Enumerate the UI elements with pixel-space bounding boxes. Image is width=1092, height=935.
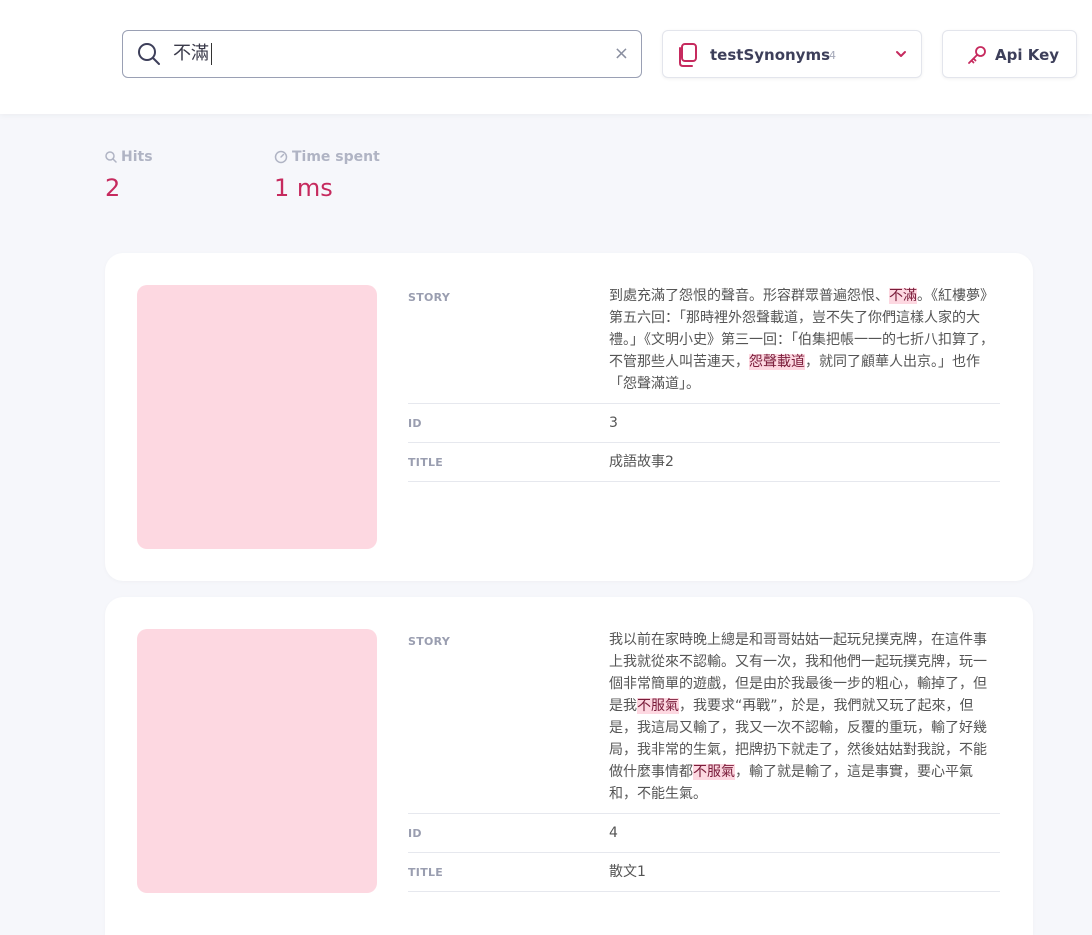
highlight: 不服氣 <box>693 764 735 780</box>
api-key-label: Api Key <box>995 46 1060 64</box>
field-name: ID <box>408 417 422 430</box>
field-value-id: 3 <box>609 415 618 431</box>
speedometer-icon <box>274 150 288 164</box>
search-icon <box>105 151 117 163</box>
result-image-placeholder <box>137 629 377 893</box>
field-value-story: 到處充滿了怨恨的聲音。形容群眾普遍怨恨、不滿。《紅樓夢》第五六回：「那時裡外怨聲… <box>609 288 994 392</box>
field-value-title: 成語故事2 <box>609 454 674 470</box>
field-name: ID <box>408 827 422 840</box>
chevron-down-icon <box>896 51 906 57</box>
field-row-id: ID 4 <box>408 814 1000 853</box>
field-name: STORY <box>408 635 451 648</box>
search-icon <box>138 43 160 65</box>
result-card: STORY 到處充滿了怨恨的聲音。形容群眾普遍怨恨、不滿。《紅樓夢》第五六回：「… <box>105 253 1033 581</box>
result-card: STORY 我以前在家時晚上總是和哥哥姑姑一起玩兒撲克牌，在這件事上我就從來不認… <box>105 597 1033 935</box>
hits-value: 2 <box>105 174 121 202</box>
field-name: TITLE <box>408 866 444 879</box>
result-image-placeholder <box>137 285 377 549</box>
api-key-button[interactable]: Api Key <box>942 30 1077 78</box>
search-input[interactable]: 不滿 <box>173 43 212 65</box>
result-fields: STORY 到處充滿了怨恨的聲音。形容群眾普遍怨恨、不滿。《紅樓夢》第五六回：「… <box>408 285 1000 482</box>
index-name: testSynonyms <box>710 46 831 64</box>
field-value-story: 我以前在家時晚上總是和哥哥姑姑一起玩兒撲克牌，在這件事上我就從來不認輸。又有一次… <box>609 632 987 802</box>
time-spent-stat: Time spent 1 ms <box>274 148 380 203</box>
index-document-count: 4 <box>829 49 836 62</box>
index-selector[interactable]: testSynonyms 4 <box>662 30 922 78</box>
result-fields: STORY 我以前在家時晚上總是和哥哥姑姑一起玩兒撲克牌，在這件事上我就從來不認… <box>408 629 1000 892</box>
hits-label: Hits <box>121 149 153 165</box>
field-name: TITLE <box>408 456 444 469</box>
field-row-id: ID 3 <box>408 404 1000 443</box>
time-spent-label: Time spent <box>292 149 380 165</box>
top-bar: 不滿 × testSynonyms 4 Api Key <box>0 0 1092 114</box>
clear-search-icon[interactable]: × <box>614 44 629 64</box>
field-name: STORY <box>408 291 451 304</box>
highlight: 怨聲載道 <box>749 354 805 370</box>
field-row-title: TITLE 散文1 <box>408 853 1000 892</box>
key-icon <box>968 46 986 64</box>
search-box[interactable]: 不滿 × <box>122 30 642 78</box>
field-value-id: 4 <box>609 825 618 841</box>
highlight: 不滿 <box>889 288 917 304</box>
field-row-story: STORY 到處充滿了怨恨的聲音。形容群眾普遍怨恨、不滿。《紅樓夢》第五六回：「… <box>408 285 1000 404</box>
field-value-title: 散文1 <box>609 864 646 880</box>
highlight: 不服氣 <box>637 698 679 714</box>
documents-icon <box>679 43 697 67</box>
field-row-title: TITLE 成語故事2 <box>408 443 1000 482</box>
time-spent-value: 1 ms <box>274 174 333 202</box>
field-row-story: STORY 我以前在家時晚上總是和哥哥姑姑一起玩兒撲克牌，在這件事上我就從來不認… <box>408 629 1000 814</box>
hits-stat: Hits 2 <box>105 148 153 203</box>
